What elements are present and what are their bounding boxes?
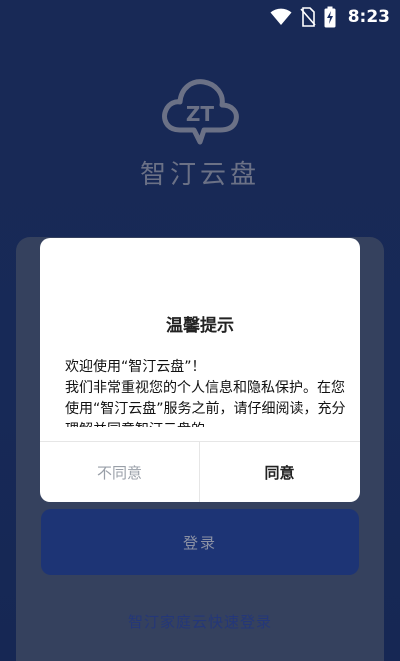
agree-button[interactable]: 同意 xyxy=(200,442,359,502)
wifi-icon xyxy=(270,8,292,26)
dialog-body[interactable]: 欢迎使用“智汀云盘”！ 我们非常重视您的个人信息和隐私保护。在您使用“智汀云盘”… xyxy=(65,357,347,427)
no-sim-icon xyxy=(300,7,316,27)
dialog-body-line: 欢迎使用“智汀云盘”！ xyxy=(65,359,206,375)
privacy-dialog: 温馨提示 欢迎使用“智汀云盘”！ 我们非常重视您的个人信息和隐私保护。在您使用“… xyxy=(40,238,360,502)
dialog-title: 温馨提示 xyxy=(166,316,234,336)
status-time: 8:23 xyxy=(347,7,390,27)
disagree-button[interactable]: 不同意 xyxy=(40,442,199,502)
battery-charging-icon xyxy=(324,6,336,28)
dialog-body-line: 我们非常重视您的个人信息和隐私保护。在您使用“智汀云盘”服务之前，请仔细阅读，充… xyxy=(65,380,346,427)
status-bar: 8:23 xyxy=(0,0,400,34)
